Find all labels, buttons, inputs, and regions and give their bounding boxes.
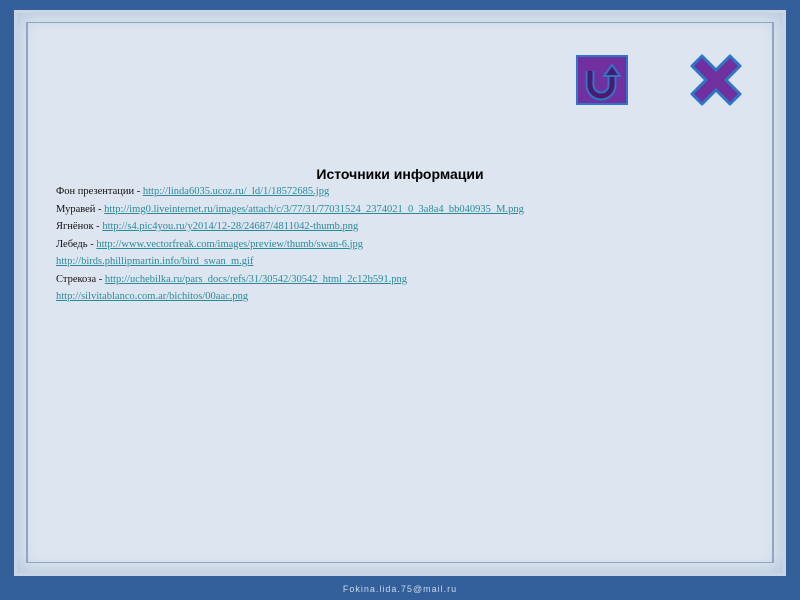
source-label: Лебедь - <box>56 238 97 250</box>
source-row: Лебедь - http://www.vectorfreak.com/imag… <box>56 236 524 254</box>
source-link[interactable]: http://uchebilka.ru/pars_docs/refs/31/30… <box>105 274 407 285</box>
u-turn-arrow-icon <box>585 63 622 101</box>
source-row: Муравей - http://img0.liveinternet.ru/im… <box>56 201 524 219</box>
frame-line-right <box>772 22 774 562</box>
close-x-icon <box>690 54 742 106</box>
source-row: http://silvitablanco.com.ar/bichitos/00a… <box>56 288 524 306</box>
source-row: Стрекоза - http://uchebilka.ru/pars_docs… <box>56 271 524 289</box>
source-label: Муравей - <box>56 203 105 215</box>
home-button[interactable] <box>576 55 628 105</box>
sources-list: Фон презентации - http://linda6035.ucoz.… <box>56 183 524 306</box>
source-row: http://birds.phillipmartin.info/bird_swa… <box>56 253 524 271</box>
source-link[interactable]: http://silvitablanco.com.ar/bichitos/00a… <box>56 291 248 302</box>
frame-line-bottom <box>26 562 774 563</box>
source-row: Ягнёнок - http://s4.pic4you.ru/y2014/12-… <box>56 218 524 236</box>
source-link[interactable]: http://s4.pic4you.ru/y2014/12-28/24687/4… <box>102 221 358 232</box>
footer-watermark: Fokina.lida.75@mail.ru <box>342 584 458 594</box>
page-title: Источники информации <box>316 166 484 182</box>
source-link[interactable]: http://linda6035.ucoz.ru/_ld/1/18572685.… <box>143 186 329 197</box>
frame-line-top <box>26 22 774 23</box>
source-row: Фон презентации - http://linda6035.ucoz.… <box>56 183 524 201</box>
close-button[interactable] <box>688 52 744 108</box>
source-link[interactable]: http://www.vectorfreak.com/images/previe… <box>96 239 363 250</box>
source-label: Стрекоза - <box>56 273 105 285</box>
frame-line-left <box>26 22 28 562</box>
source-link[interactable]: http://birds.phillipmartin.info/bird_swa… <box>56 256 253 267</box>
source-label: Фон презентации - <box>56 186 143 197</box>
source-label: Ягнёнок - <box>56 221 103 232</box>
source-link[interactable]: http://img0.liveinternet.ru/images/attac… <box>104 204 524 215</box>
